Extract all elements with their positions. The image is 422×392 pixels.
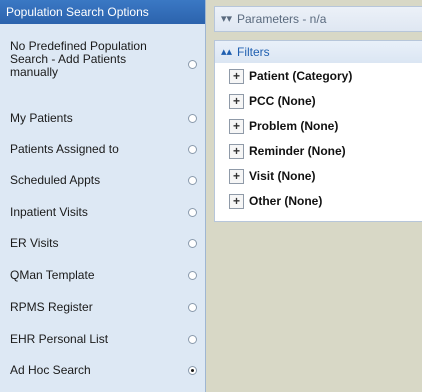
option-label: No Predefined Population Search - Add Pa… [10, 39, 147, 79]
radio-er-visits[interactable] [188, 239, 197, 248]
filters-panel: ▴▴ Filters + Patient (Category) + PCC (N… [214, 40, 422, 222]
option-label: My Patients [10, 111, 73, 125]
option-label: Ad Hoc Search [10, 363, 91, 377]
option-ad-hoc-search[interactable]: Ad Hoc Search [0, 364, 205, 380]
option-inpatient-visits[interactable]: Inpatient Visits [0, 206, 205, 222]
option-label: Inpatient Visits [10, 205, 88, 219]
radio-rpms-register[interactable] [188, 303, 197, 312]
option-er-visits[interactable]: ER Visits [0, 237, 205, 253]
expand-plus-icon[interactable]: + [229, 69, 244, 84]
option-no-predefined-population[interactable]: No Predefined Population Search - Add Pa… [0, 40, 205, 94]
filter-label: Patient (Category) [249, 69, 353, 83]
option-label: RPMS Register [10, 300, 93, 314]
radio-my-patients[interactable] [188, 114, 197, 123]
parameters-section-header[interactable]: ▾▾ Parameters - n/a [214, 6, 422, 32]
expand-plus-icon[interactable]: + [229, 119, 244, 134]
option-label: EHR Personal List [10, 332, 109, 346]
radio-scheduled-appts[interactable] [188, 176, 197, 185]
option-ehr-personal-list[interactable]: EHR Personal List [0, 333, 205, 349]
parameters-label: Parameters - n/a [237, 12, 327, 26]
option-rpms-register[interactable]: RPMS Register [0, 301, 205, 317]
option-label: Patients Assigned to [10, 142, 119, 156]
double-chevron-down-icon[interactable]: ▾▾ [221, 7, 232, 31]
expand-plus-icon[interactable]: + [229, 94, 244, 109]
filter-label: Problem (None) [249, 119, 339, 133]
option-label: Scheduled Appts [10, 173, 101, 187]
criteria-pane: ▾▾ Parameters - n/a ▴▴ Filters + Patient… [206, 0, 422, 392]
filters-label: Filters [237, 45, 270, 59]
radio-ehr-personal-list[interactable] [188, 335, 197, 344]
radio-no-predefined-population[interactable] [188, 60, 197, 69]
option-label: QMan Template [10, 268, 95, 282]
sidebar-title: Population Search Options [0, 0, 205, 24]
filter-label: PCC (None) [249, 94, 316, 108]
expand-plus-icon[interactable]: + [229, 194, 244, 209]
radio-qman-template[interactable] [188, 271, 197, 280]
filters-section-header[interactable]: ▴▴ Filters [215, 41, 422, 63]
option-scheduled-appts[interactable]: Scheduled Appts [0, 174, 205, 190]
radio-patients-assigned-to[interactable] [188, 145, 197, 154]
population-search-sidebar: Population Search Options No Predefined … [0, 0, 206, 392]
expand-plus-icon[interactable]: + [229, 169, 244, 184]
double-chevron-up-icon[interactable]: ▴▴ [221, 41, 232, 63]
option-qman-template[interactable]: QMan Template [0, 269, 205, 285]
option-label: ER Visits [10, 236, 59, 250]
filter-label: Other (None) [249, 194, 323, 208]
expand-plus-icon[interactable]: + [229, 144, 244, 159]
option-my-patients[interactable]: My Patients [0, 112, 205, 128]
filter-label: Visit (None) [249, 169, 316, 183]
option-patients-assigned-to[interactable]: Patients Assigned to [0, 143, 205, 159]
radio-inpatient-visits[interactable] [188, 208, 197, 217]
radio-ad-hoc-search[interactable] [188, 366, 197, 375]
filter-label: Reminder (None) [249, 144, 346, 158]
